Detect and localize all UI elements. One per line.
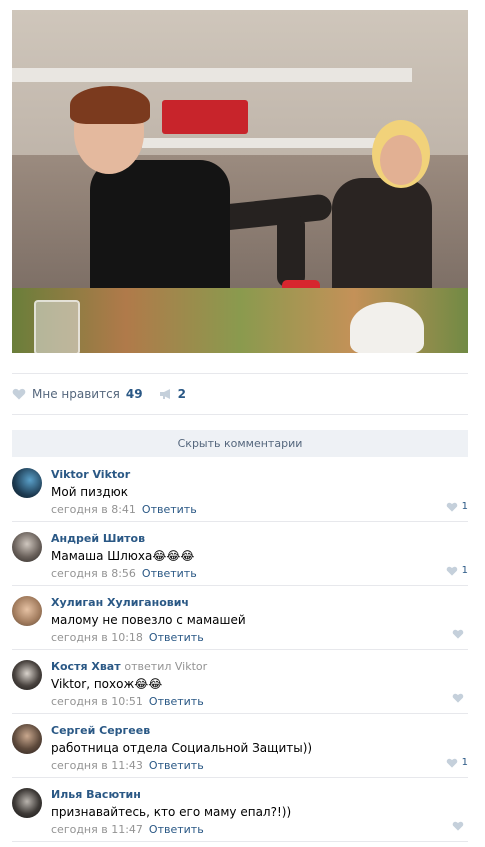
photo-glass — [34, 300, 80, 353]
comment-text: работница отдела Социальной Защиты)) — [51, 741, 313, 755]
replied-to[interactable]: ответил Viktor — [124, 660, 207, 673]
heart-icon — [446, 566, 457, 576]
comment-time[interactable]: сегодня в 8:41 — [51, 503, 136, 516]
reply-link[interactable]: Ответить — [149, 631, 204, 644]
share-button[interactable]: 2 — [159, 387, 186, 401]
heart-icon — [452, 693, 464, 703]
comment-like-button[interactable]: 1 — [446, 757, 468, 768]
avatar[interactable] — [12, 788, 42, 818]
comment-like-count: 1 — [461, 501, 468, 512]
comment-text: Viktor, похож😂😂 — [51, 677, 163, 691]
comment-like-count: 1 — [461, 757, 468, 768]
comment-text: малому не повезло с мамашей — [51, 613, 246, 627]
photo-shelf — [12, 68, 412, 82]
like-label: Мне нравится — [32, 387, 120, 401]
comment-text: признавайтесь, кто его маму епал?!)) — [51, 805, 292, 819]
photo-teapot — [350, 302, 424, 353]
comment-item: Сергей Сергеев работница отдела Социальн… — [12, 714, 468, 778]
heart-icon — [452, 629, 464, 639]
comment-like-button[interactable] — [452, 821, 468, 831]
reply-link[interactable]: Ответить — [149, 695, 204, 708]
comment-time[interactable]: сегодня в 10:51 — [51, 695, 143, 708]
reply-link[interactable]: Ответить — [142, 567, 197, 580]
heart-icon — [446, 502, 457, 512]
photo-radio — [162, 100, 248, 134]
comment-text: Мамаша Шлюха😂😂😂 — [51, 549, 195, 563]
comment-author[interactable]: Илья Васютин — [51, 787, 468, 802]
photo-woman-face — [380, 135, 422, 185]
photo-leg — [277, 215, 305, 287]
post-photo[interactable] — [12, 10, 468, 353]
avatar[interactable] — [12, 468, 42, 498]
avatar[interactable] — [12, 724, 42, 754]
post-actions: Мне нравится 49 2 — [12, 373, 468, 415]
comments-list: Viktor Viktor Мой пиздюк сегодня в 8:41 О… — [12, 458, 468, 842]
comment-author-name[interactable]: Костя Хват — [51, 660, 121, 673]
avatar[interactable] — [12, 532, 42, 562]
comment-text: Мой пиздюк — [51, 485, 128, 499]
comment-like-button[interactable]: 1 — [446, 501, 468, 512]
comment-author[interactable]: Хулиган Хулиганович — [51, 595, 468, 610]
like-button[interactable]: Мне нравится 49 — [12, 387, 143, 401]
comment-item: Костя Хват ответил Viktor Viktor, похож😂… — [12, 650, 468, 714]
comment-author: Костя Хват ответил Viktor — [51, 659, 468, 674]
comment-like-count: 1 — [461, 565, 468, 576]
comment-time[interactable]: сегодня в 11:47 — [51, 823, 143, 836]
comment-time[interactable]: сегодня в 10:18 — [51, 631, 143, 644]
photo-shelf-lower — [142, 138, 402, 148]
comment-like-button[interactable] — [452, 629, 468, 639]
comment-time[interactable]: сегодня в 8:56 — [51, 567, 136, 580]
hide-comments-label: Скрыть комментарии — [177, 437, 303, 450]
heart-icon — [446, 758, 457, 768]
megaphone-icon — [159, 389, 170, 399]
share-count: 2 — [177, 387, 186, 401]
reply-link[interactable]: Ответить — [149, 759, 204, 772]
photo-woman-body — [332, 178, 432, 298]
comment-item: Андрей Шитов Мамаша Шлюха😂😂😂 сегодня в 8… — [12, 522, 468, 586]
comment-time[interactable]: сегодня в 11:43 — [51, 759, 143, 772]
reply-link[interactable]: Ответить — [149, 823, 204, 836]
comment-author[interactable]: Андрей Шитов — [51, 531, 468, 546]
comment-like-button[interactable] — [452, 693, 468, 703]
comment-author[interactable]: Viktor Viktor — [51, 467, 468, 482]
avatar[interactable] — [12, 660, 42, 690]
comment-item: Илья Васютин признавайтесь, кто его маму… — [12, 778, 468, 842]
comment-like-button[interactable]: 1 — [446, 565, 468, 576]
heart-icon — [452, 821, 464, 831]
reply-link[interactable]: Ответить — [142, 503, 197, 516]
hide-comments-button[interactable]: Скрыть комментарии — [12, 430, 468, 457]
comment-item: Хулиган Хулиганович малому не повезло с … — [12, 586, 468, 650]
avatar[interactable] — [12, 596, 42, 626]
like-count: 49 — [125, 387, 143, 401]
heart-icon — [12, 388, 26, 400]
comment-item: Viktor Viktor Мой пиздюк сегодня в 8:41 О… — [12, 458, 468, 522]
photo-boy-hair — [70, 86, 150, 124]
comment-author[interactable]: Сергей Сергеев — [51, 723, 468, 738]
